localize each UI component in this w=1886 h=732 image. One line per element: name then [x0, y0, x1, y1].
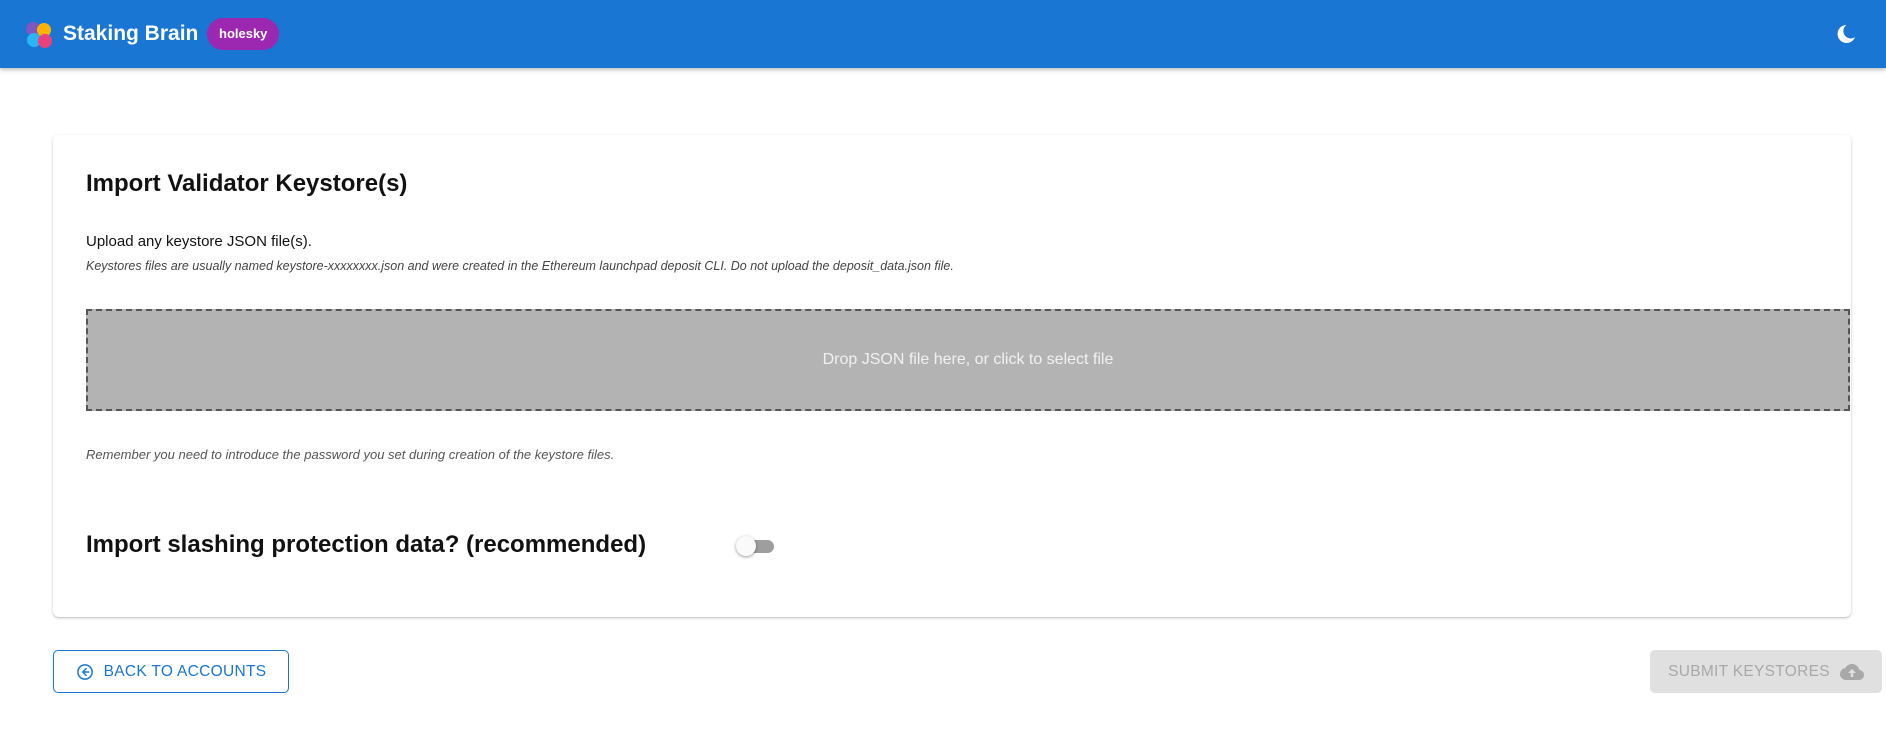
app-bar: Staking Brain holesky [0, 0, 1886, 68]
submit-keystores-button[interactable]: SUBMIT KEYSTORES [1650, 650, 1882, 693]
staking-brain-logo-icon [26, 22, 52, 48]
cloud-upload-icon [1839, 663, 1864, 680]
switch-thumb [736, 536, 756, 556]
submit-button-label: SUBMIT KEYSTORES [1668, 662, 1830, 680]
upload-hint: Keystores files are usually named keysto… [86, 259, 954, 273]
slashing-protection-switch[interactable] [736, 534, 778, 558]
import-keystore-card: Import Validator Keystore(s) Upload any … [53, 135, 1851, 617]
arrow-circle-left-icon [76, 663, 93, 680]
network-badge: holesky [207, 18, 280, 50]
slashing-protection-title: Import slashing protection data? (recomm… [86, 531, 647, 558]
upload-instructions: Upload any keystore JSON file(s). [86, 233, 312, 250]
back-button-label: BACK TO ACCOUNTS [103, 662, 267, 680]
back-to-accounts-button[interactable]: BACK TO ACCOUNTS [53, 650, 289, 693]
app-title: Staking Brain [63, 22, 199, 45]
dropzone-text: Drop JSON file here, or click to select … [822, 351, 1114, 368]
moon-icon[interactable] [1834, 22, 1858, 46]
keystore-dropzone[interactable]: Drop JSON file here, or click to select … [86, 309, 1850, 411]
password-note: Remember you need to introduce the passw… [86, 447, 615, 462]
card-title: Import Validator Keystore(s) [86, 170, 408, 197]
